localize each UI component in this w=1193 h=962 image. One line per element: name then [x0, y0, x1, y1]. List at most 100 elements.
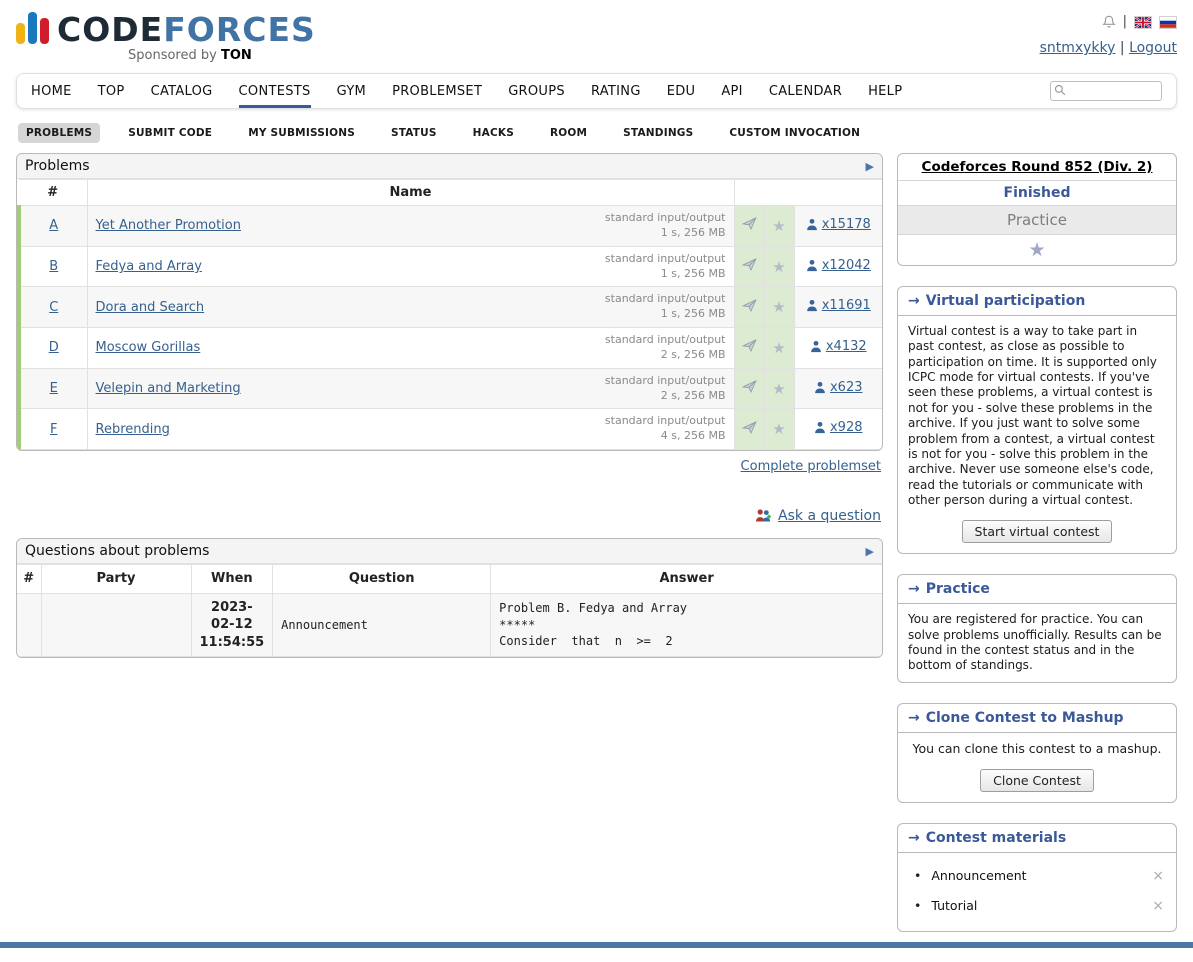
problem-name-link[interactable]: Yet Another Promotion: [96, 218, 241, 233]
nav-item[interactable]: CALENDAR: [769, 74, 842, 108]
solved-count-link[interactable]: x11691: [806, 298, 871, 313]
submit-solution-icon[interactable]: [742, 216, 757, 231]
nav-item[interactable]: API: [721, 74, 742, 108]
nav-item[interactable]: CONTESTS: [239, 74, 311, 108]
expand-arrow-icon[interactable]: [866, 545, 874, 558]
submit-solution-icon[interactable]: [742, 379, 757, 394]
problems-caption: Problems: [17, 154, 882, 179]
arrow-icon: [908, 293, 920, 309]
material-link[interactable]: Tutorial: [931, 898, 1142, 913]
main-nav: HOME TOP CATALOG CONTESTS GYM PROBLEMSET…: [16, 73, 1177, 109]
submit-solution-icon[interactable]: [742, 298, 757, 313]
sub-nav-item[interactable]: STANDINGS: [615, 123, 701, 143]
language-row: |: [1102, 12, 1177, 33]
nav-item[interactable]: GROUPS: [508, 74, 565, 108]
problem-constraints: standard input/output 2 s, 256 MB: [605, 374, 726, 404]
problem-io: standard input/output: [605, 211, 726, 226]
column-header-empty: [734, 180, 882, 206]
favorite-star-icon[interactable]: [772, 217, 785, 235]
column-header-when: When: [191, 565, 273, 594]
sub-nav-item[interactable]: ROOM: [542, 123, 595, 143]
practice-box: Practice You are registered for practice…: [897, 574, 1177, 682]
solved-count-link[interactable]: x4132: [810, 339, 867, 354]
sub-nav-item[interactable]: SUBMIT CODE: [120, 123, 220, 143]
problems-caption-label: Problems: [25, 158, 90, 174]
problem-row: A Yet Another Promotion standard input/o…: [19, 206, 882, 247]
bell-icon[interactable]: [1102, 15, 1116, 29]
material-link[interactable]: Announcement: [931, 868, 1142, 883]
solved-count-link[interactable]: x928: [814, 420, 863, 435]
problem-letter-link[interactable]: F: [50, 422, 57, 437]
nav-item[interactable]: CATALOG: [151, 74, 213, 108]
favorite-star-icon[interactable]: [1028, 239, 1045, 261]
start-virtual-contest-button[interactable]: Start virtual contest: [962, 520, 1113, 543]
nav-item[interactable]: HOME: [31, 74, 72, 108]
nav-item[interactable]: EDU: [667, 74, 696, 108]
problem-letter-link[interactable]: A: [49, 218, 58, 233]
virtual-participation-title: Virtual participation: [926, 293, 1086, 309]
solved-person-icon: [806, 299, 818, 312]
solved-count-link[interactable]: x12042: [806, 258, 871, 273]
logo-bars-icon: [16, 8, 49, 46]
complete-problemset-link[interactable]: Complete problemset: [741, 459, 881, 474]
ask-question-link[interactable]: Ask a question: [778, 508, 881, 524]
submit-solution-icon[interactable]: [742, 338, 757, 353]
sponsored-prefix: Sponsored by: [128, 48, 221, 63]
arrow-icon: [908, 710, 920, 726]
search-input[interactable]: [1050, 81, 1162, 101]
expand-arrow-icon[interactable]: [866, 160, 874, 173]
footer-bar: [0, 942, 1193, 948]
clone-contest-button[interactable]: Clone Contest: [980, 769, 1094, 792]
problem-letter-link[interactable]: B: [49, 259, 58, 274]
problem-name-link[interactable]: Fedya and Array: [96, 259, 202, 274]
nav-item[interactable]: GYM: [337, 74, 366, 108]
solved-count-link[interactable]: x623: [814, 380, 863, 395]
sub-nav-item[interactable]: MY SUBMISSIONS: [240, 123, 363, 143]
sub-nav-item[interactable]: CUSTOM INVOCATION: [721, 123, 868, 143]
favorite-star-icon[interactable]: [772, 380, 785, 398]
sub-nav-item[interactable]: STATUS: [383, 123, 445, 143]
solved-person-icon: [814, 381, 826, 394]
material-item: Announcement: [914, 861, 1166, 891]
search-icon: [1054, 84, 1066, 98]
column-header-answer: Answer: [491, 565, 882, 594]
user-area: | sntmxykky | Logout: [1040, 8, 1177, 60]
favorite-star-icon[interactable]: [772, 420, 785, 438]
contest-title-link[interactable]: Codeforces Round 852 (Div. 2): [922, 159, 1153, 175]
problem-constraints: standard input/output 1 s, 256 MB: [605, 211, 726, 241]
sponsored-by-ton: Sponsored by TON: [128, 48, 316, 63]
uk-flag-icon[interactable]: [1134, 16, 1152, 29]
submit-solution-icon[interactable]: [742, 257, 757, 272]
problem-limits: 1 s, 256 MB: [605, 267, 726, 282]
virtual-participation-caption: Virtual participation: [898, 287, 1176, 316]
problem-name-link[interactable]: Moscow Gorillas: [96, 340, 201, 355]
contest-title: Codeforces Round 852 (Div. 2): [898, 154, 1176, 180]
nav-item[interactable]: TOP: [98, 74, 125, 108]
solved-count-link[interactable]: x15178: [806, 217, 871, 232]
question-answer: Problem B. Fedya and Array ***** Conside…: [491, 593, 882, 657]
russia-flag-icon[interactable]: [1159, 16, 1177, 29]
material-item: Tutorial: [914, 891, 1166, 921]
favorite-star-icon[interactable]: [772, 298, 785, 316]
close-icon[interactable]: [1152, 868, 1166, 884]
problem-name-link[interactable]: Dora and Search: [96, 300, 205, 315]
close-icon[interactable]: [1152, 898, 1166, 914]
nav-item[interactable]: PROBLEMSET: [392, 74, 482, 108]
problem-letter-link[interactable]: E: [50, 381, 58, 396]
problem-letter-link[interactable]: C: [49, 300, 58, 315]
logout-link[interactable]: Logout: [1129, 40, 1177, 56]
problem-name-link[interactable]: Rebrending: [96, 422, 170, 437]
problem-letter-link[interactable]: D: [49, 340, 59, 355]
nav-item[interactable]: RATING: [591, 74, 641, 108]
logo-bar-red: [40, 18, 49, 44]
sub-nav-item[interactable]: HACKS: [465, 123, 522, 143]
submit-solution-icon[interactable]: [742, 420, 757, 435]
favorite-star-icon[interactable]: [772, 339, 785, 357]
problem-name-link[interactable]: Velepin and Marketing: [96, 381, 241, 396]
sub-nav-item[interactable]: PROBLEMS: [18, 123, 100, 143]
favorite-star-icon[interactable]: [772, 258, 785, 276]
nav-item[interactable]: HELP: [868, 74, 902, 108]
username-link[interactable]: sntmxykky: [1040, 40, 1116, 56]
problem-limits: 2 s, 256 MB: [605, 348, 726, 363]
codeforces-logo[interactable]: CODEFORCES Sponsored by TON: [16, 8, 316, 63]
